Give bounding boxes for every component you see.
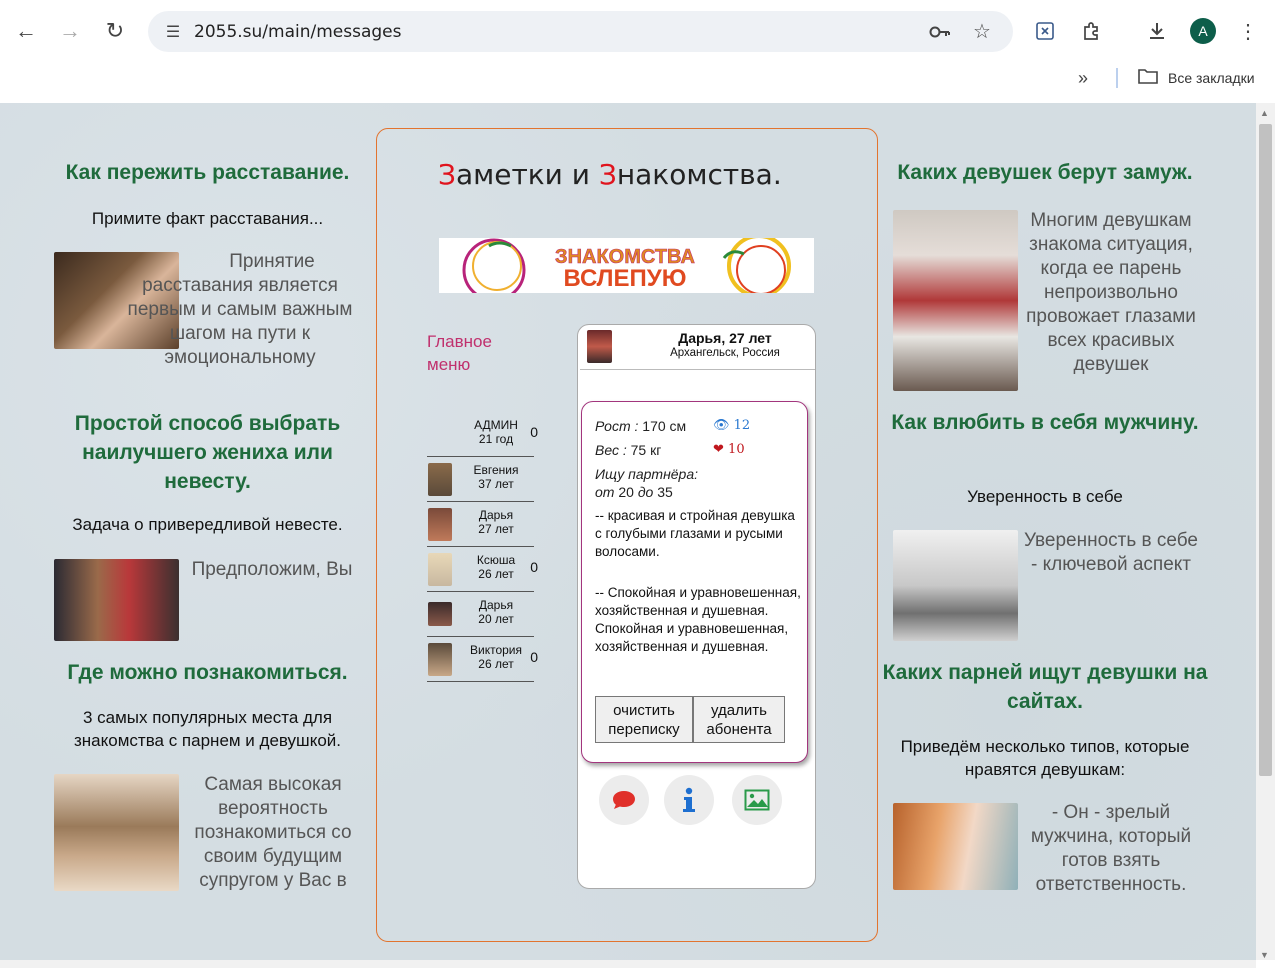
article-title[interactable]: Каких девушек берут замуж. xyxy=(880,158,1210,187)
profile-divider xyxy=(580,369,815,370)
article-title[interactable]: Как пережить расставание. xyxy=(40,158,375,187)
browser-chrome: ← → ↻ ☰ 2055.su/main/messages ☆ A ⋮ » Вс… xyxy=(0,0,1275,103)
seeking-label: Ищу партнёра: xyxy=(595,466,699,482)
article-image[interactable] xyxy=(893,210,1018,391)
site-title-text: аметки и xyxy=(455,158,599,191)
profile-photo[interactable] xyxy=(587,330,612,363)
bookmarks-separator xyxy=(1116,68,1118,88)
chevron-double-right-icon[interactable]: » xyxy=(1078,68,1088,89)
user-name-age: Виктория 26 лет xyxy=(469,643,522,671)
user-list: АДМИН 21 год 0 Евгения 37 лет Дарья 27 лет … xyxy=(427,412,538,682)
user-avatar xyxy=(428,602,452,626)
article-excerpt: Принятие расставания является первым и с… xyxy=(127,251,353,368)
site-title[interactable]: Заметки и Знакомства. xyxy=(438,158,782,191)
clear-chat-button[interactable]: очистить переписку xyxy=(595,696,693,743)
user-list-item[interactable]: Евгения 37 лет xyxy=(427,457,534,502)
extensions-icon[interactable] xyxy=(1076,16,1106,46)
profile-city: Архангельск, Россия xyxy=(670,347,780,359)
article-excerpt: Многим девушкам знакома ситуация, когда … xyxy=(1026,210,1196,375)
horizontal-scrollbar[interactable] xyxy=(0,960,1256,968)
user-avatar xyxy=(428,508,452,541)
user-avatar xyxy=(428,463,452,496)
profile-description: -- красивая и стройная девушка с голубым… xyxy=(595,508,795,559)
main-menu-link[interactable]: Главное меню xyxy=(427,330,517,376)
scroll-up-icon[interactable]: ▲ xyxy=(1260,108,1269,118)
bookmarks-bar: » Все закладки xyxy=(0,62,1275,94)
age-range: от 20 до 35 xyxy=(595,484,673,500)
star-icon[interactable]: ☆ xyxy=(970,19,994,43)
scrollbar-thumb[interactable] xyxy=(1259,124,1272,776)
message-count: 0 xyxy=(530,424,538,440)
delete-contact-button[interactable]: удалить абонента xyxy=(693,696,785,743)
blind-dating-banner[interactable]: ЗНАКОМСТВА ВСЛЕПУЮ xyxy=(439,238,814,293)
user-list-item[interactable]: АДМИН 21 год 0 xyxy=(427,412,538,457)
user-avatar xyxy=(428,643,452,676)
user-name-age: Дарья 20 лет xyxy=(478,598,514,626)
user-name-age: Ксюша 26 лет xyxy=(476,553,516,581)
all-bookmarks-label[interactable]: Все закладки xyxy=(1168,70,1255,86)
user-avatar xyxy=(428,553,452,586)
article-title[interactable]: Каких парней ищут девушки на сайтах. xyxy=(880,658,1210,716)
article-title[interactable]: Простой способ выбрать наилучшего жениха… xyxy=(40,409,375,496)
article-subtitle: Приведём несколько типов, которые нравят… xyxy=(900,737,1190,779)
address-bar[interactable]: ☰ 2055.su/main/messages ☆ xyxy=(148,11,1013,52)
download-icon[interactable] xyxy=(1142,16,1172,46)
folder-icon[interactable] xyxy=(1138,68,1158,89)
user-list-item[interactable]: Дарья 20 лет xyxy=(427,592,534,637)
article-subtitle: Примите факт расставания... xyxy=(91,209,324,228)
user-name-age: Евгения 37 лет xyxy=(473,463,519,491)
site-settings-icon[interactable]: ☰ xyxy=(162,21,184,43)
reload-icon[interactable]: ↻ xyxy=(100,16,130,46)
profile-avatar[interactable]: A xyxy=(1190,18,1216,44)
profile-name: Дарья, 27 лет xyxy=(678,330,772,346)
article-excerpt: Предположим, Вы xyxy=(191,559,353,580)
user-list-item[interactable]: Ксюша 26 лет 0 xyxy=(427,547,538,592)
message-count: 0 xyxy=(530,649,538,665)
url-text[interactable]: 2055.su/main/messages xyxy=(194,22,402,42)
article-excerpt: Уверенность в себе - ключевой аспект xyxy=(1024,530,1198,575)
article-subtitle: Уверенность в себе xyxy=(967,487,1123,506)
user-list-item[interactable]: Дарья 27 лет xyxy=(427,502,534,547)
article-title[interactable]: Где можно познакомиться. xyxy=(40,658,375,687)
article-title[interactable]: Как влюбить в себя мужчину. xyxy=(880,408,1210,437)
profile-description: -- Спокойная и уравновешенная, хозяйстве… xyxy=(595,585,801,654)
menu-kebab-icon[interactable]: ⋮ xyxy=(1233,16,1263,46)
site-title-letter: З xyxy=(598,158,617,191)
site-title-letter: З xyxy=(438,158,456,191)
article-excerpt: Самая высокая вероятность познакомиться … xyxy=(194,774,352,891)
scroll-down-icon[interactable]: ▼ xyxy=(1260,950,1269,960)
forward-arrow-icon[interactable]: → xyxy=(55,16,85,46)
user-list-item[interactable]: Виктория 26 лет 0 xyxy=(427,637,538,682)
views-counter: 👁 12 xyxy=(713,418,751,433)
weight-line: Вес : 75 кг xyxy=(595,442,662,458)
height-line: Рост : 170 см xyxy=(595,418,687,434)
back-arrow-icon[interactable]: ← xyxy=(11,16,41,46)
likes-counter: ❤ 10 xyxy=(713,442,745,457)
article-image[interactable] xyxy=(893,803,1018,890)
user-name-age: АДМИН 21 год xyxy=(474,418,518,446)
article-image[interactable] xyxy=(54,559,179,641)
info-icon[interactable] xyxy=(664,775,714,825)
site-title-text: накомства. xyxy=(616,158,782,191)
heart-icon: ❤ xyxy=(713,442,724,457)
article-image[interactable] xyxy=(893,530,1018,641)
user-name-age: Дарья 27 лет xyxy=(478,508,514,536)
article-image[interactable] xyxy=(54,774,179,891)
article-subtitle: 3 самых популярных места для знакомства … xyxy=(74,708,341,750)
article-subtitle: Задача о привередливой невесте. xyxy=(72,515,343,534)
eye-icon: 👁 xyxy=(713,418,730,433)
article-excerpt: - Он - зрелый мужчина, который готов взя… xyxy=(1030,802,1192,895)
message-count: 0 xyxy=(530,559,538,575)
chat-bubble-icon[interactable] xyxy=(599,775,649,825)
banner-text-line2: ВСЛЕПУЮ xyxy=(564,265,687,292)
key-icon[interactable] xyxy=(928,20,952,44)
gallery-image-icon[interactable] xyxy=(732,775,782,825)
close-tab-extension-icon[interactable] xyxy=(1030,16,1060,46)
